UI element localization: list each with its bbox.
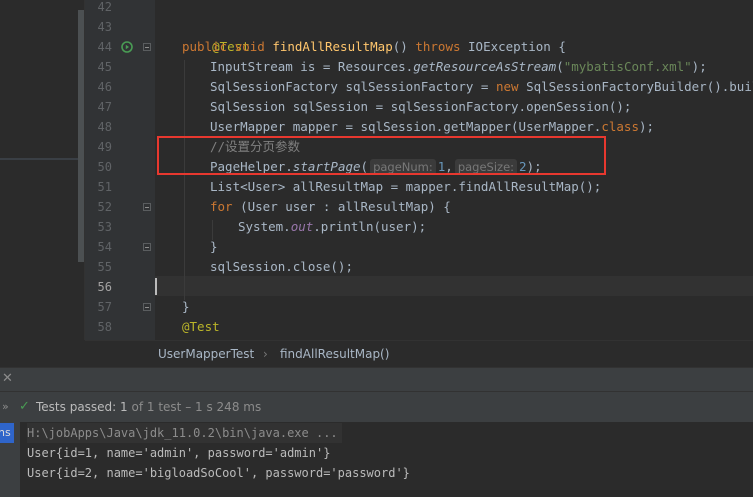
console-side-strip: ns: [0, 422, 20, 497]
run-test-icon[interactable]: [121, 41, 133, 53]
fold-method-end-icon[interactable]: [143, 303, 151, 311]
line-number: 49: [97, 140, 112, 154]
console-output[interactable]: H:\jobApps\Java\jdk_11.0.2\bin\java.exe …: [20, 422, 753, 497]
line-number: 44: [97, 40, 112, 54]
total-count: of 1 test: [131, 400, 182, 414]
console-output-line: User{id=1, name='admin', password='admin…: [27, 446, 331, 460]
code-line-43[interactable]: @Test: [182, 17, 250, 54]
code-line-46[interactable]: SqlSessionFactory sqlSessionFactory = ne…: [210, 77, 753, 97]
line-number: 50: [97, 160, 112, 174]
code-line-47[interactable]: SqlSession sqlSession = sqlSessionFactor…: [210, 97, 631, 117]
line-number: 46: [97, 80, 112, 94]
code-line-53[interactable]: System.out.println(user);: [238, 217, 426, 237]
breadcrumb-class[interactable]: UserMapperTest: [158, 341, 254, 367]
code-line-44[interactable]: public void findAllResultMap() throws IO…: [182, 37, 566, 57]
line-number: 53: [97, 220, 112, 234]
code-line-57[interactable]: }: [182, 297, 190, 317]
breadcrumb-separator: ›: [263, 347, 268, 361]
test-status-bar: » ✓ Tests passed: 1 of 1 test – 1 s 248 …: [0, 391, 753, 423]
code-line-58[interactable]: @Test: [182, 317, 220, 337]
expand-icon[interactable]: »: [2, 392, 9, 422]
project-panel-strip: [0, 0, 84, 340]
console-command-line[interactable]: H:\jobApps\Java\jdk_11.0.2\bin\java.exe …: [27, 423, 342, 443]
passed-count: 1: [120, 400, 128, 414]
code-line-51[interactable]: List<User> allResultMap = mapper.findAll…: [210, 177, 601, 197]
line-number: 47: [97, 100, 112, 114]
side-tab[interactable]: ns: [0, 423, 14, 443]
code-line-45[interactable]: InputStream is = Resources.getResourceAs…: [210, 57, 707, 77]
check-icon: ✓: [19, 399, 30, 414]
line-number: 57: [97, 300, 112, 314]
line-number: 43: [97, 20, 112, 34]
project-selected-row[interactable]: [0, 158, 80, 160]
fold-method-icon[interactable]: [143, 43, 151, 51]
line-number: 45: [97, 60, 112, 74]
fold-end-icon[interactable]: [143, 243, 151, 251]
breadcrumb: UserMapperTest › findAllResultMap(): [85, 340, 753, 367]
test-status-text: Tests passed: 1 of 1 test – 1 s 248 ms: [36, 392, 261, 422]
code-line-52[interactable]: for (User user : allResultMap) {: [210, 197, 451, 217]
fold-for-icon[interactable]: [143, 203, 151, 211]
status-label: Tests passed:: [36, 400, 117, 414]
console-output-line: User{id=2, name='bigloadSoCool', passwor…: [27, 466, 410, 480]
line-number: 52: [97, 200, 112, 214]
run-toolwindow-header: ✕: [0, 367, 753, 392]
line-number: 58: [97, 320, 112, 334]
indent-guide: [184, 60, 185, 300]
current-line-highlight: [155, 276, 753, 296]
code-line-55[interactable]: sqlSession.close();: [210, 257, 353, 277]
code-line-48[interactable]: UserMapper mapper = sqlSession.getMapper…: [210, 117, 654, 137]
line-number: 42: [97, 0, 112, 14]
line-number: 51: [97, 180, 112, 194]
code-line-54[interactable]: }: [210, 237, 218, 257]
test-duration: – 1 s 248 ms: [185, 400, 262, 414]
text-caret: [155, 278, 157, 295]
breadcrumb-method[interactable]: findAllResultMap(): [280, 341, 389, 367]
highlight-annotation-box: [157, 136, 606, 175]
editor-gutter: 42 43 44 45 46 47 48 49 50 51 52 53 54 5…: [85, 0, 155, 340]
line-number: 55: [97, 260, 112, 274]
close-icon[interactable]: ✕: [2, 371, 13, 386]
line-number: 54: [97, 240, 112, 254]
line-number: 48: [97, 120, 112, 134]
line-number-current: 56: [97, 280, 112, 294]
